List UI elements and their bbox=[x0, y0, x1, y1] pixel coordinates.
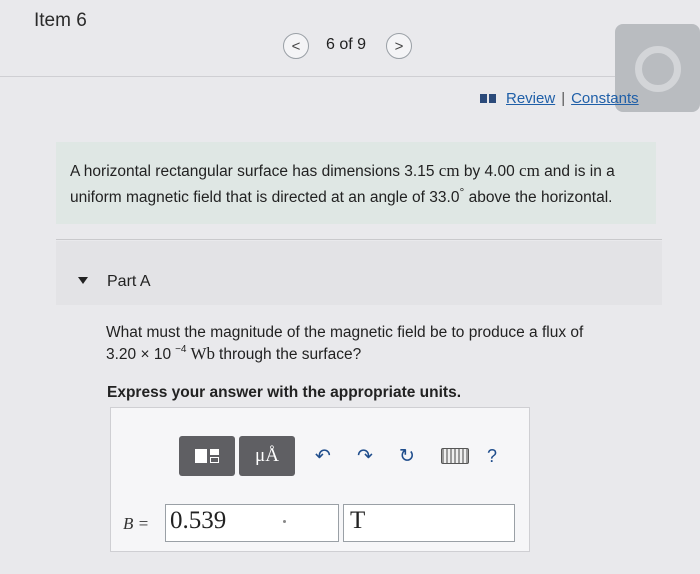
question-line-2: 3.20 × 10 −4 Wb through the surface? bbox=[106, 343, 606, 367]
flux-exponent: −4 bbox=[175, 344, 187, 355]
answer-unit-input[interactable]: T bbox=[343, 504, 515, 542]
redo-icon: ↷ bbox=[357, 445, 373, 467]
ring-icon bbox=[635, 46, 681, 92]
collapse-caret-icon[interactable] bbox=[78, 277, 88, 284]
units-icon: μÅ bbox=[255, 445, 279, 466]
item-title: Item 6 bbox=[34, 10, 87, 31]
units-button[interactable]: μÅ bbox=[239, 436, 295, 476]
previous-item-button[interactable]: < bbox=[283, 33, 309, 59]
answer-panel: μÅ ↶ ↷ ↻ ? B = 0.539 T bbox=[110, 407, 530, 552]
next-item-button[interactable]: > bbox=[386, 33, 412, 59]
templates-button[interactable] bbox=[179, 436, 235, 476]
part-label: Part A bbox=[107, 273, 151, 290]
redo-button[interactable]: ↷ bbox=[351, 440, 379, 472]
template-fraction-icon bbox=[210, 449, 219, 463]
constants-link[interactable]: Constants bbox=[571, 90, 639, 107]
problem-text-4: above the horizontal. bbox=[464, 189, 613, 207]
link-separator: | bbox=[561, 90, 566, 107]
section-divider bbox=[56, 239, 662, 240]
template-block-icon bbox=[195, 449, 207, 463]
answer-variable-label: B = bbox=[123, 514, 150, 533]
resource-links: Review | Constants bbox=[480, 90, 639, 107]
header-divider bbox=[0, 76, 700, 77]
part-a-header[interactable]: Part A bbox=[56, 241, 662, 305]
problem-text-1: A horizontal rectangular surface has dim… bbox=[70, 163, 439, 180]
answer-toolbar: μÅ ↶ ↷ ↻ ? bbox=[179, 436, 497, 476]
reset-button[interactable]: ↻ bbox=[393, 440, 421, 472]
problem-statement: A horizontal rectangular surface has dim… bbox=[56, 142, 656, 224]
undo-icon: ↶ bbox=[315, 445, 331, 467]
flux-unit: Wb bbox=[190, 344, 216, 363]
item-counter: 6 of 9 bbox=[326, 36, 367, 53]
answer-instruction: Express your answer with the appropriate… bbox=[107, 384, 462, 401]
problem-unit-2: cm bbox=[519, 161, 540, 180]
question-tail: through the surface? bbox=[219, 346, 362, 363]
help-button[interactable]: ? bbox=[487, 446, 497, 467]
book-icon bbox=[480, 94, 496, 103]
problem-unit-1: cm bbox=[438, 161, 460, 180]
review-link[interactable]: Review bbox=[506, 90, 555, 107]
flux-mantissa: 3.20 × 10 bbox=[106, 346, 172, 363]
keyboard-icon[interactable] bbox=[441, 448, 469, 464]
problem-text-2: by 4.00 bbox=[459, 163, 520, 180]
cursor-dot bbox=[283, 520, 286, 523]
answer-value-input[interactable]: 0.539 bbox=[165, 504, 339, 542]
question-text: What must the magnitude of the magnetic … bbox=[106, 322, 606, 367]
reset-icon: ↻ bbox=[399, 445, 415, 467]
undo-button[interactable]: ↶ bbox=[309, 440, 337, 472]
